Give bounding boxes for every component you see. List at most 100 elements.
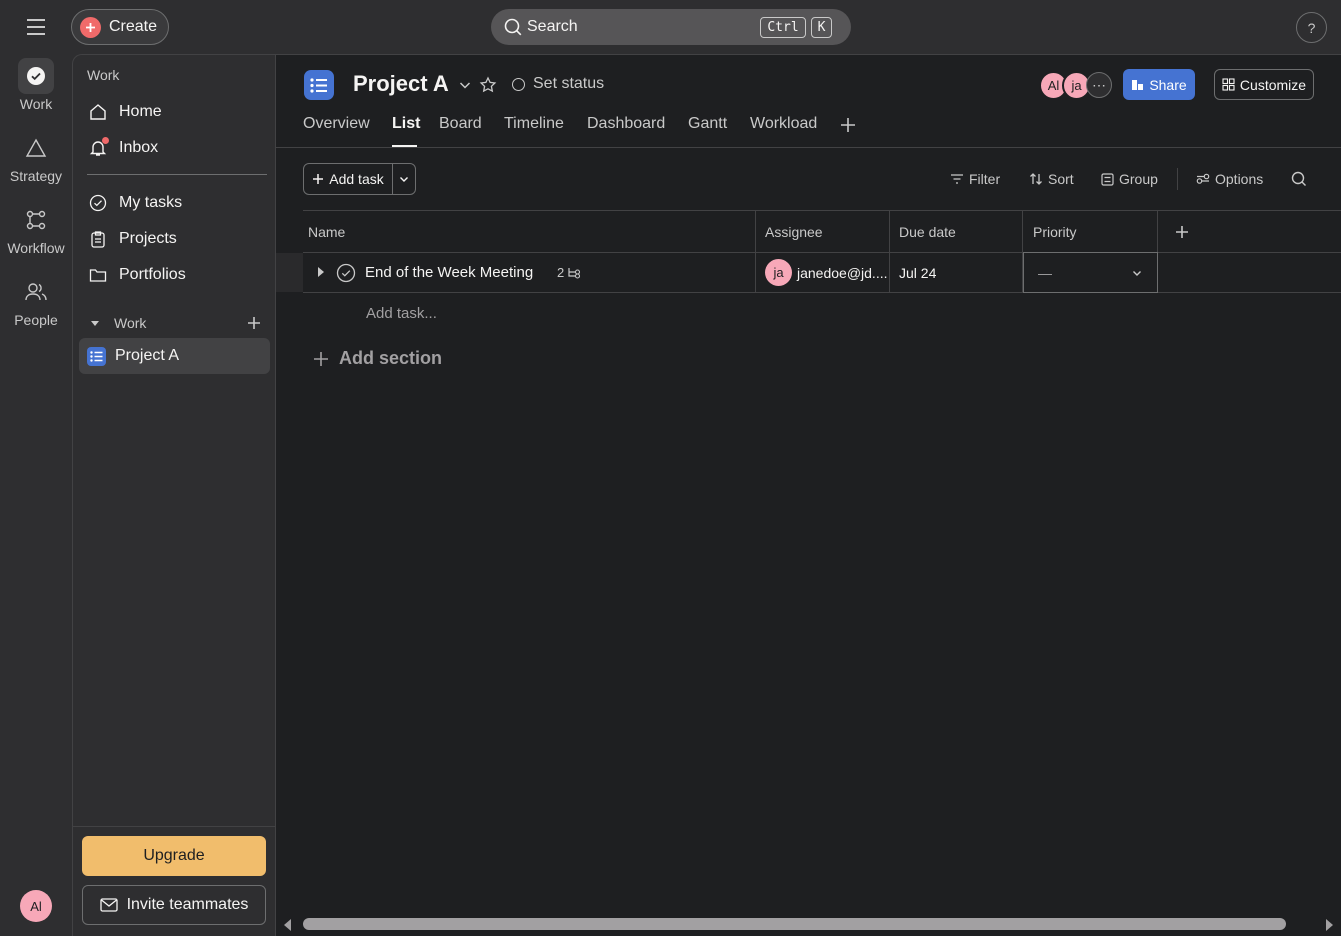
bell-icon <box>87 137 109 159</box>
subtask-icon <box>568 267 581 279</box>
sidebar-heading: Work <box>87 67 120 83</box>
tab-board[interactable]: Board <box>439 115 482 133</box>
more-members-icon[interactable]: ⋯ <box>1086 72 1112 98</box>
add-tab-icon[interactable] <box>840 117 856 133</box>
sidebar-item-my-tasks[interactable]: My tasks <box>79 185 270 221</box>
people-icon <box>18 274 54 310</box>
tab-overview[interactable]: Overview <box>303 115 370 133</box>
sidebar-item-label: My tasks <box>119 194 183 211</box>
chevron-down-icon[interactable] <box>457 77 473 93</box>
plus-icon <box>313 174 324 184</box>
add-project-icon[interactable] <box>247 316 261 330</box>
sidebar-item-project-a[interactable]: Project A <box>79 338 270 374</box>
scroll-right-arrow-icon[interactable] <box>1325 918 1335 932</box>
home-icon <box>87 101 109 123</box>
column-header-due-date[interactable]: Due date <box>899 224 956 240</box>
scrollbar-thumb[interactable] <box>303 918 1286 930</box>
hamburger-menu-icon[interactable] <box>22 16 50 38</box>
rail-item-people[interactable]: People <box>0 274 72 328</box>
sidebar-item-inbox[interactable]: Inbox <box>79 130 270 166</box>
rail-label: Workflow <box>7 240 65 256</box>
share-icon <box>1131 79 1144 91</box>
rail-label: Strategy <box>9 168 63 184</box>
sidebar-footer-divider <box>73 826 275 827</box>
create-button[interactable]: Create <box>71 9 169 45</box>
tab-list[interactable]: List <box>392 115 420 133</box>
assignee-name: janedoe@jd.... <box>797 264 888 281</box>
column-header-name[interactable]: Name <box>308 224 345 240</box>
share-button[interactable]: Share <box>1123 69 1195 100</box>
sidebar-section-work[interactable]: Work <box>89 313 269 333</box>
sidebar-item-home[interactable]: Home <box>79 94 270 130</box>
toolbar-separator <box>1177 168 1178 190</box>
add-column-icon[interactable] <box>1175 225 1189 239</box>
expand-subtasks-icon[interactable] <box>316 266 326 278</box>
customize-button[interactable]: Customize <box>1214 69 1314 100</box>
column-header-assignee[interactable]: Assignee <box>765 224 823 240</box>
check-circle-icon <box>87 192 109 214</box>
search-bar[interactable]: Search Ctrl K <box>491 9 851 45</box>
column-divider <box>755 210 756 293</box>
rail-item-strategy[interactable]: Strategy <box>0 130 72 184</box>
task-name[interactable]: End of the Week Meeting <box>365 264 533 281</box>
sidebar-item-label: Portfolios <box>119 266 186 283</box>
table-header-top-line <box>303 210 1341 211</box>
assignee-cell[interactable]: ja janedoe@jd.... <box>765 259 888 286</box>
row-drag-handle[interactable] <box>276 253 303 292</box>
folder-icon <box>87 264 109 286</box>
filter-button[interactable]: Filter <box>950 171 1000 187</box>
check-circle-icon <box>18 58 54 94</box>
rail-label: Work <box>19 96 53 112</box>
sidebar-item-projects[interactable]: Projects <box>79 221 270 257</box>
group-icon <box>1101 172 1114 186</box>
help-button[interactable]: ? <box>1296 12 1327 43</box>
invite-teammates-button[interactable]: Invite teammates <box>82 885 266 925</box>
sidebar-divider <box>87 174 267 175</box>
priority-dropdown[interactable]: — <box>1023 252 1158 293</box>
due-date-cell[interactable]: Jul 24 <box>899 265 936 281</box>
rail-item-work[interactable]: Work <box>0 58 72 112</box>
tab-workload[interactable]: Workload <box>750 115 817 133</box>
tab-timeline[interactable]: Timeline <box>504 115 564 133</box>
group-button[interactable]: Group <box>1101 171 1158 187</box>
upgrade-button[interactable]: Upgrade <box>82 836 266 876</box>
sidebar: Work Home Inbox My tasks Projects Portfo… <box>72 54 276 936</box>
chevron-down-icon <box>1133 270 1141 276</box>
rail-item-workflow[interactable]: Workflow <box>0 202 72 256</box>
sort-icon <box>1030 173 1042 185</box>
column-divider <box>889 210 890 293</box>
project-title[interactable]: Project A <box>353 71 449 97</box>
sidebar-item-portfolios[interactable]: Portfolios <box>79 257 270 293</box>
task-complete-checkbox[interactable] <box>336 263 356 283</box>
add-task-label: Add task <box>329 171 384 187</box>
tab-gantt[interactable]: Gantt <box>688 115 727 133</box>
add-task-main[interactable]: Add task <box>304 164 393 194</box>
mail-icon <box>99 898 118 912</box>
user-avatar[interactable]: Al <box>20 890 52 922</box>
options-button[interactable]: Options <box>1196 171 1263 187</box>
subtask-count-value: 2 <box>557 265 565 280</box>
star-icon[interactable] <box>479 76 497 94</box>
add-section-button[interactable]: Add section <box>313 348 442 369</box>
group-label: Group <box>1119 171 1158 187</box>
add-task-inline-input[interactable]: Add task... <box>366 305 437 322</box>
tab-dashboard[interactable]: Dashboard <box>587 115 665 133</box>
shortcut-key-k: K <box>811 17 832 38</box>
caret-down-icon <box>89 317 101 329</box>
invite-label: Invite teammates <box>126 896 249 913</box>
notification-dot <box>102 137 109 144</box>
add-section-label: Add section <box>339 348 443 368</box>
scroll-left-arrow-icon[interactable] <box>282 918 292 932</box>
subtask-count[interactable]: 2 <box>557 265 581 280</box>
section-label: Work <box>114 315 147 331</box>
sort-label: Sort <box>1048 171 1074 187</box>
search-icon[interactable] <box>1291 171 1307 187</box>
add-task-button[interactable]: Add task <box>303 163 416 195</box>
plus-icon <box>80 16 101 38</box>
sort-button[interactable]: Sort <box>1029 171 1074 187</box>
add-task-dropdown-chevron-icon[interactable] <box>393 164 415 194</box>
column-header-priority[interactable]: Priority <box>1033 224 1077 240</box>
list-icon <box>87 346 106 366</box>
options-icon <box>1196 173 1210 184</box>
set-status-button[interactable]: Set status <box>512 75 604 93</box>
